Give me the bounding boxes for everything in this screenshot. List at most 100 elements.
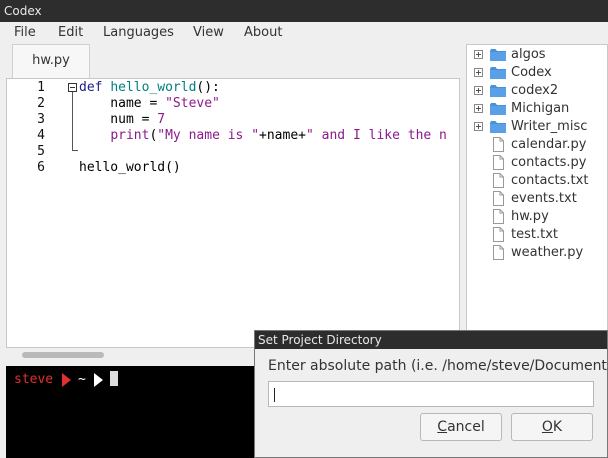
ok-label-rest: K	[552, 419, 563, 435]
window-titlebar: Codex	[0, 0, 608, 22]
folder-icon	[490, 103, 506, 115]
file-icon	[493, 137, 504, 152]
codex-window: Codex File Edit Languages View About hw.…	[0, 0, 608, 458]
code-token: hello_world()	[79, 160, 181, 175]
tree-folder-item[interactable]: Codex	[467, 64, 607, 82]
path-input[interactable]	[268, 381, 594, 407]
tree-item-label: Codex	[511, 65, 552, 80]
dialog-prompt-label: Enter absolute path (i.e. /home/steve/Do…	[268, 358, 608, 374]
line-number: 1	[37, 80, 45, 95]
code-line: 2 name = "Steve"	[7, 96, 459, 112]
prompt-cwd: ~	[78, 372, 86, 387]
menubar: File Edit Languages View About	[0, 22, 608, 44]
file-icon	[493, 209, 504, 224]
folder-icon	[490, 67, 506, 79]
tree-item-label: calendar.py	[511, 137, 587, 152]
menu-view[interactable]: View	[193, 25, 224, 40]
expand-plus-icon[interactable]	[474, 122, 483, 131]
code-token: name =	[79, 96, 166, 111]
code-text: def hello_world():	[79, 80, 220, 96]
ok-accel-letter: O	[541, 419, 553, 435]
menu-edit[interactable]: Edit	[58, 25, 83, 40]
file-tree[interactable]: algos Codex codex2 Michigan Writer_misccalen…	[466, 44, 608, 332]
code-token: hello_world	[110, 80, 197, 95]
code-line: 1 def hello_world():	[7, 80, 459, 96]
window-title: Codex	[4, 4, 42, 18]
tree-file-item[interactable]: calendar.py	[467, 136, 607, 154]
tree-file-item[interactable]: test.txt	[467, 226, 607, 244]
tree-file-item[interactable]: contacts.py	[467, 154, 607, 172]
menu-languages[interactable]: Languages	[103, 25, 174, 40]
file-icon	[493, 191, 504, 206]
expand-plus-icon[interactable]	[474, 86, 483, 95]
folder-icon	[490, 121, 506, 133]
menu-about[interactable]: About	[244, 25, 282, 40]
folder-icon	[490, 85, 506, 97]
dialog-title: Set Project Directory	[255, 331, 607, 349]
prompt-username: steve	[14, 372, 54, 387]
tree-file-item[interactable]: weather.py	[467, 244, 607, 262]
code-token: def	[79, 80, 111, 95]
input-caret	[274, 388, 275, 402]
tree-folder-item[interactable]: codex2	[467, 82, 607, 100]
line-number: 5	[37, 144, 45, 159]
ok-button[interactable]: OK	[511, 413, 593, 441]
tree-file-item[interactable]: events.txt	[467, 190, 607, 208]
tree-folder-item[interactable]: Writer_misc	[467, 118, 607, 136]
cancel-accel-letter: C	[437, 419, 448, 435]
code-line: 4 print("My name is "+name+" and I like …	[7, 128, 459, 144]
tree-item-label: algos	[511, 47, 546, 62]
tree-item-label: contacts.txt	[511, 173, 589, 188]
tree-file-item[interactable]: hw.py	[467, 208, 607, 226]
tree-item-label: Writer_misc	[511, 119, 588, 134]
tree-item-label: weather.py	[511, 245, 584, 260]
code-line: 5	[7, 144, 459, 160]
file-icon	[493, 227, 504, 242]
set-project-directory-dialog: Set Project Directory Enter absolute pat…	[254, 330, 608, 458]
line-number: 3	[37, 112, 45, 127]
tab-hw-py[interactable]: hw.py	[12, 44, 90, 78]
cancel-button[interactable]: Cancel	[420, 413, 502, 441]
code-token: "Steve"	[165, 96, 220, 111]
code-text: num = 7	[79, 112, 165, 128]
code-editor[interactable]: 1 def hello_world(): 2 name = "Steve" 3 num…	[6, 78, 460, 348]
code-line: 6 hello_world()	[7, 160, 459, 176]
code-text: print("My name is "+name+" and I like th…	[79, 128, 447, 144]
folder-icon	[490, 49, 506, 61]
code-text: hello_world()	[79, 160, 181, 176]
cancel-label-rest: ancel	[447, 419, 485, 435]
terminal-cursor	[110, 371, 118, 386]
code-line: 3 num = 7	[7, 112, 459, 128]
code-text: name = "Steve"	[79, 96, 220, 112]
prompt-separator-icon	[62, 373, 71, 387]
prompt-end-icon	[94, 373, 103, 387]
tree-file-item[interactable]: contacts.txt	[467, 172, 607, 190]
file-icon	[493, 173, 504, 188]
code-token: "My name is "	[157, 128, 260, 143]
code-token: num =	[79, 112, 158, 127]
menu-file[interactable]: File	[14, 25, 36, 40]
expand-plus-icon[interactable]	[474, 104, 483, 113]
code-token: +name+	[259, 128, 306, 143]
tree-folder-item[interactable]: algos	[467, 46, 607, 64]
tree-item-label: test.txt	[511, 227, 558, 242]
line-number: 2	[37, 96, 45, 111]
code-token: 7	[157, 112, 166, 127]
expand-plus-icon[interactable]	[474, 68, 483, 77]
tree-folder-item[interactable]: Michigan	[467, 100, 607, 118]
tree-item-label: Michigan	[511, 101, 570, 116]
code-token: print	[110, 128, 150, 143]
code-token: ():	[196, 80, 220, 95]
scrollbar-thumb[interactable]	[22, 352, 104, 358]
file-icon	[493, 155, 504, 170]
code-token: " and I like the n	[306, 128, 447, 143]
line-number: 4	[37, 128, 45, 143]
editor-tabbar: hw.py	[6, 44, 460, 78]
expand-plus-icon[interactable]	[474, 50, 483, 59]
line-number: 6	[37, 160, 45, 175]
tree-item-label: contacts.py	[511, 155, 587, 170]
tree-item-label: events.txt	[511, 191, 577, 206]
file-icon	[493, 245, 504, 260]
tree-item-label: codex2	[511, 83, 559, 98]
